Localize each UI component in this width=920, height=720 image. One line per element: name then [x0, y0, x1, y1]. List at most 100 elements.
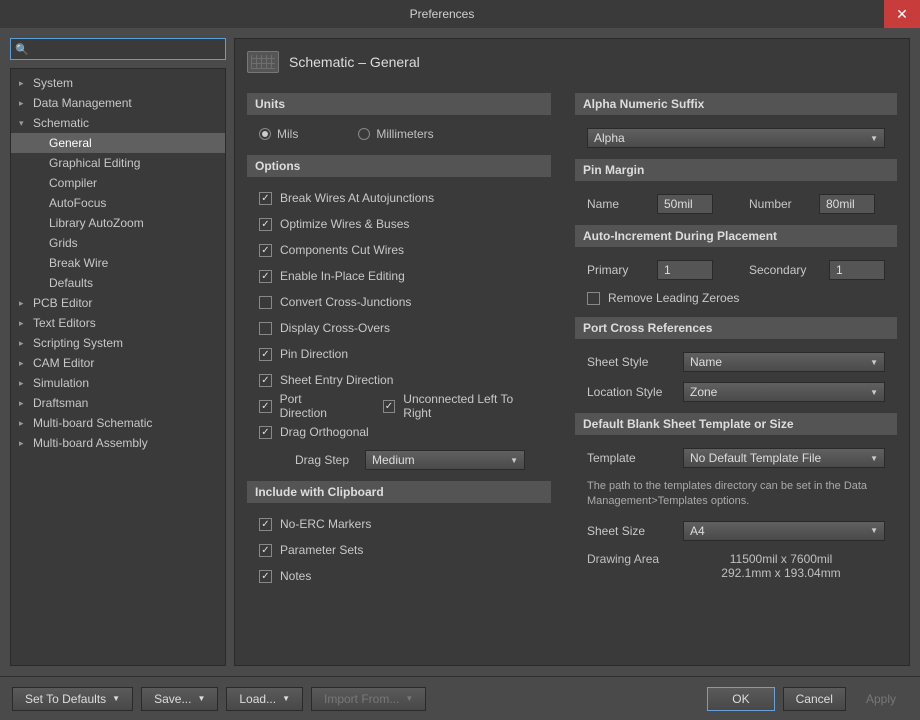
input-pm-number[interactable]: [819, 194, 875, 214]
label-cut-wires: Components Cut Wires: [280, 243, 404, 257]
chevron-down-icon: ▼: [282, 694, 290, 703]
label-optimize: Optimize Wires & Buses: [280, 217, 409, 231]
chevron-down-icon: ▼: [870, 526, 878, 535]
checkbox-unconnected[interactable]: [383, 400, 396, 413]
input-secondary[interactable]: [829, 260, 885, 280]
section-clipboard: Include with Clipboard: [247, 481, 551, 503]
tree-label: Multi-board Schematic: [31, 416, 152, 430]
tree-item-data-management[interactable]: ▸Data Management: [11, 93, 225, 113]
search-icon: 🔍: [15, 43, 29, 56]
cancel-button[interactable]: Cancel: [783, 687, 846, 711]
label-remove-zero: Remove Leading Zeroes: [608, 291, 739, 305]
checkbox-port-dir[interactable]: [259, 400, 272, 413]
tree-item-multi-board-schematic[interactable]: ▸Multi-board Schematic: [11, 413, 225, 433]
tree-label: Graphical Editing: [47, 156, 140, 170]
checkbox-notes[interactable]: [259, 570, 272, 583]
chevron-down-icon: ▼: [870, 388, 878, 397]
template-value: No Default Template File: [690, 451, 821, 465]
checkbox-optimize[interactable]: [259, 218, 272, 231]
dropdown-template[interactable]: No Default Template File ▼: [683, 448, 885, 468]
tree-item-multi-board-assembly[interactable]: ▸Multi-board Assembly: [11, 433, 225, 453]
tree-item-break-wire[interactable]: Break Wire: [11, 253, 225, 273]
tree-item-general[interactable]: General: [11, 133, 225, 153]
dropdown-sheet-style[interactable]: Name ▼: [683, 352, 885, 372]
chevron-down-icon: ▼: [870, 358, 878, 367]
radio-dot-icon: [358, 128, 370, 140]
radio-mils[interactable]: Mils: [259, 127, 298, 141]
section-options: Options: [247, 155, 551, 177]
location-style-value: Zone: [690, 385, 717, 399]
tree-label: Grids: [47, 236, 78, 250]
close-button[interactable]: ✕: [884, 0, 920, 28]
checkbox-no-erc[interactable]: [259, 518, 272, 531]
checkbox-sheet-entry[interactable]: [259, 374, 272, 387]
radio-millimeters[interactable]: Millimeters: [358, 127, 433, 141]
tree-item-grids[interactable]: Grids: [11, 233, 225, 253]
load-button[interactable]: Load...▼: [226, 687, 303, 711]
caret-down-icon: ▾: [19, 118, 31, 129]
label-secondary: Secondary: [749, 263, 819, 277]
set-defaults-button[interactable]: Set To Defaults▼: [12, 687, 133, 711]
checkbox-convert-cross[interactable]: [259, 296, 272, 309]
radio-dot-icon: [259, 128, 271, 140]
checkbox-remove-zero[interactable]: [587, 292, 600, 305]
search-box[interactable]: 🔍: [10, 38, 226, 60]
checkbox-cut-wires[interactable]: [259, 244, 272, 257]
tree-item-scripting-system[interactable]: ▸Scripting System: [11, 333, 225, 353]
tree-item-defaults[interactable]: Defaults: [11, 273, 225, 293]
dropdown-sheet-size[interactable]: A4 ▼: [683, 521, 885, 541]
caret-right-icon: ▸: [19, 398, 31, 409]
chevron-down-icon: ▼: [197, 694, 205, 703]
tree-label: System: [31, 76, 73, 90]
tree-item-cam-editor[interactable]: ▸CAM Editor: [11, 353, 225, 373]
section-units: Units: [247, 93, 551, 115]
label-break-wires: Break Wires At Autojunctions: [280, 191, 434, 205]
label-notes: Notes: [280, 569, 311, 583]
tree-item-draftsman[interactable]: ▸Draftsman: [11, 393, 225, 413]
tree-item-library-autozoom[interactable]: Library AutoZoom: [11, 213, 225, 233]
dropdown-location-style[interactable]: Zone ▼: [683, 382, 885, 402]
tree-label: Library AutoZoom: [47, 216, 144, 230]
checkbox-drag-orth[interactable]: [259, 426, 272, 439]
dropdown-drag-step[interactable]: Medium ▼: [365, 450, 525, 470]
alpha-value: Alpha: [594, 131, 625, 145]
tree-label: Draftsman: [31, 396, 88, 410]
label-template: Template: [587, 451, 673, 465]
tree-item-text-editors[interactable]: ▸Text Editors: [11, 313, 225, 333]
caret-right-icon: ▸: [19, 418, 31, 429]
tree-item-simulation[interactable]: ▸Simulation: [11, 373, 225, 393]
import-button[interactable]: Import From...▼: [311, 687, 426, 711]
tree-item-pcb-editor[interactable]: ▸PCB Editor: [11, 293, 225, 313]
drawing-area-mm: 292.1mm x 193.04mm: [677, 566, 885, 580]
label-sheet-entry: Sheet Entry Direction: [280, 373, 393, 387]
tree-item-compiler[interactable]: Compiler: [11, 173, 225, 193]
dropdown-alpha-suffix[interactable]: Alpha ▼: [587, 128, 885, 148]
input-pm-name[interactable]: [657, 194, 713, 214]
tree-label: Schematic: [31, 116, 89, 130]
units-radio-row: Mils Millimeters: [247, 125, 551, 143]
checkbox-pin-dir[interactable]: [259, 348, 272, 361]
input-primary[interactable]: [657, 260, 713, 280]
nav-tree[interactable]: ▸System▸Data Management▾SchematicGeneral…: [10, 68, 226, 666]
label-pm-name: Name: [587, 197, 647, 211]
apply-button[interactable]: Apply: [854, 687, 908, 711]
save-button[interactable]: Save...▼: [141, 687, 218, 711]
body: 🔍 ▸System▸Data Management▾SchematicGener…: [0, 28, 920, 676]
tree-item-graphical-editing[interactable]: Graphical Editing: [11, 153, 225, 173]
tree-label: Break Wire: [47, 256, 108, 270]
tree-item-system[interactable]: ▸System: [11, 73, 225, 93]
search-input[interactable]: [33, 42, 221, 56]
label-param-sets: Parameter Sets: [280, 543, 363, 557]
caret-right-icon: ▸: [19, 358, 31, 369]
tree-item-schematic[interactable]: ▾Schematic: [11, 113, 225, 133]
checkbox-inplace[interactable]: [259, 270, 272, 283]
radio-mm-label: Millimeters: [376, 127, 433, 141]
checkbox-break-wires[interactable]: [259, 192, 272, 205]
label-inplace: Enable In-Place Editing: [280, 269, 405, 283]
main-panel: Schematic – General Units Mils Millimete…: [234, 38, 910, 666]
checkbox-param-sets[interactable]: [259, 544, 272, 557]
checkbox-display-cross[interactable]: [259, 322, 272, 335]
tree-item-autofocus[interactable]: AutoFocus: [11, 193, 225, 213]
label-port-dir: Port Direction: [280, 392, 350, 420]
ok-button[interactable]: OK: [707, 687, 774, 711]
